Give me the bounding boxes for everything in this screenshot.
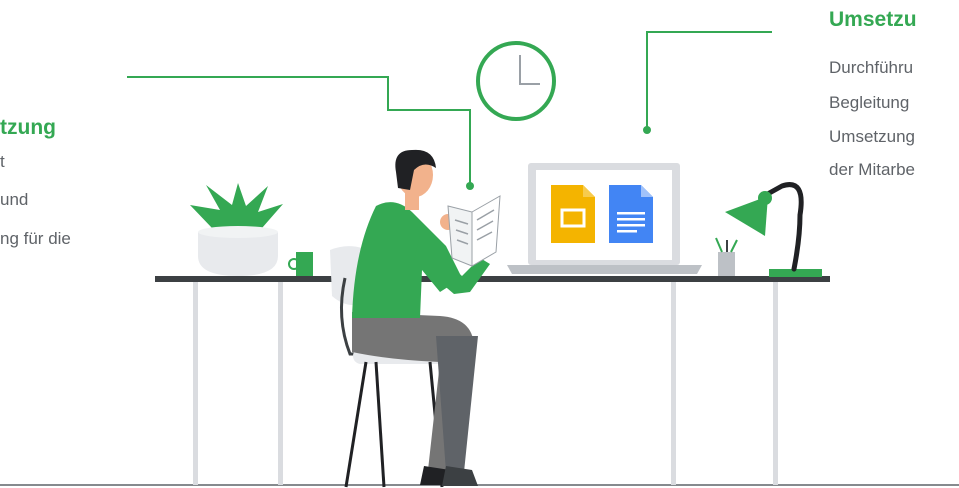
google-docs-icon — [609, 185, 653, 243]
illustration — [0, 31, 959, 488]
google-slides-icon — [551, 185, 595, 243]
left-caption-title: tzung — [0, 116, 56, 139]
laptop — [507, 163, 702, 274]
desk-lamp — [725, 182, 822, 277]
right-connector-dot — [643, 126, 651, 134]
left-caption-line-1: t — [0, 152, 5, 171]
right-caption-line-2: Begleitung — [829, 93, 910, 112]
person — [352, 149, 495, 486]
newspaper — [447, 195, 501, 267]
pencil-cup — [715, 237, 738, 276]
left-caption-line-3: ng für die — [0, 229, 71, 248]
right-caption-line-3: Umsetzung — [829, 127, 915, 146]
clock-icon — [476, 41, 556, 121]
right-caption-line-4: der Mitarbe — [829, 160, 915, 179]
desk — [155, 276, 830, 485]
left-connector-dot — [466, 182, 474, 190]
right-connector-line — [646, 31, 772, 128]
plant-pot — [190, 183, 283, 276]
right-caption-line-1: Durchführu — [829, 58, 914, 77]
left-caption-line-2: und — [0, 190, 29, 209]
mug — [288, 252, 313, 276]
right-caption-title: Umsetzu — [829, 8, 917, 31]
